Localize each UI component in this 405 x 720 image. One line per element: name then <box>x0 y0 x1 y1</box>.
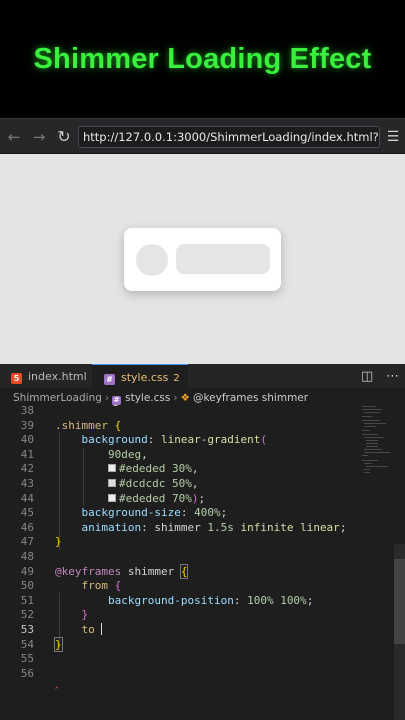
line-number: 39 <box>20 418 34 432</box>
code-text: } <box>81 608 89 622</box>
line-number: 53 <box>20 622 34 636</box>
line-number: 47 <box>20 535 34 549</box>
line-number: 52 <box>20 608 34 622</box>
skeleton-text-bar <box>176 244 270 274</box>
code-text: background-size: 400%; <box>81 506 228 520</box>
line-number: 40 <box>20 433 34 447</box>
address-bar[interactable]: http://127.0.0.1:3000/ShimmerLoading/ind… <box>78 126 380 148</box>
code-line: 44 #ededed 70%); <box>0 492 356 507</box>
problems-badge: 2 <box>173 373 180 384</box>
code-text: 90deg, <box>107 447 148 461</box>
html-file-icon: 5 <box>11 373 22 384</box>
back-icon[interactable]: ← <box>4 127 24 147</box>
code-editor: 5 index.html # style.css 2 ◫ ⋯ ShimmerLoadi… <box>0 364 405 720</box>
line-number: 55 <box>20 652 34 666</box>
reload-icon[interactable]: ↻ <box>54 127 74 147</box>
scrollbar-thumb[interactable] <box>394 559 405 644</box>
code-line: 52 } <box>0 608 356 623</box>
code-text: #ededed 70%); <box>55 492 205 507</box>
breadcrumb-file[interactable]: style.css <box>125 392 170 404</box>
code-text: from { <box>81 579 122 593</box>
text-cursor <box>101 622 103 635</box>
code-area[interactable]: 38 39 .shimmer { 40 background: linear-gr… <box>0 404 356 681</box>
tab-label: style.css <box>121 371 169 384</box>
code-line: 54} <box>0 636 356 653</box>
browser-viewport <box>0 154 405 364</box>
code-text: animation: shimmer 1.5s infinite linear; <box>81 520 347 534</box>
code-line: 42 #ededed 30%, <box>0 462 356 477</box>
line-number: 44 <box>20 491 34 505</box>
line-number: 49 <box>20 564 34 578</box>
breadcrumb-folder[interactable]: ShimmerLoading <box>13 392 102 404</box>
hamburger-menu-icon[interactable]: ☰ <box>384 127 402 147</box>
code-text: .shimmer { <box>55 418 122 432</box>
error-squiggle: ‸ <box>55 678 59 689</box>
selector-token: .shimmer <box>55 418 108 432</box>
line-number: 38 <box>20 404 34 417</box>
code-line: 45 background-size: 400%; <box>0 506 356 521</box>
code-line: 46 animation: shimmer 1.5s infinite line… <box>0 521 356 536</box>
code-text: to <box>55 622 103 638</box>
code-line: 41 90deg, <box>0 448 356 463</box>
chevron-right-icon: › <box>173 392 178 404</box>
code-text: #ededed 30%, <box>55 462 198 477</box>
css-file-icon: # <box>104 374 115 385</box>
code-line: 47} <box>0 535 356 550</box>
color-swatch[interactable] <box>107 493 116 502</box>
code-text: background-position: 100% 100%; <box>107 593 314 607</box>
color-swatch[interactable] <box>107 464 116 473</box>
code-line: 48 <box>0 550 356 565</box>
code-text: background: linear-gradient( <box>81 433 267 447</box>
split-editor-icon[interactable]: ◫ <box>361 364 373 389</box>
code-line: 50 from { <box>0 579 356 594</box>
code-line: 39 .shimmer { <box>0 419 356 434</box>
minimap[interactable] <box>360 404 394 514</box>
code-line: 40 background: linear-gradient( <box>0 433 356 448</box>
breadcrumb-symbol[interactable]: @keyframes shimmer <box>193 392 308 404</box>
code-line: 38 <box>0 404 356 419</box>
line-number: 51 <box>20 593 34 607</box>
symbol-keyframes-icon: ❖ <box>180 392 190 404</box>
skeleton-avatar <box>136 244 168 276</box>
code-text: @keyframes shimmer { <box>55 563 189 579</box>
line-number: 43 <box>20 476 34 490</box>
tab-label: index.html <box>28 370 87 383</box>
shimmer-card <box>124 228 281 291</box>
browser-toolbar: ← → ↻ http://127.0.0.1:3000/ShimmerLoadi… <box>0 118 405 154</box>
more-actions-icon[interactable]: ⋯ <box>386 364 399 389</box>
color-swatch[interactable] <box>107 478 116 487</box>
line-number: 54 <box>20 637 34 651</box>
forward-icon[interactable]: → <box>29 127 49 147</box>
line-number: 42 <box>20 462 34 476</box>
line-number: 41 <box>20 447 34 461</box>
code-text: #dcdcdc 50%, <box>55 477 198 492</box>
line-number: 46 <box>20 520 34 534</box>
line-number: 56 <box>20 666 34 680</box>
video-title-band: Shimmer Loading Effect <box>0 0 405 118</box>
line-number: 45 <box>20 506 34 520</box>
code-text: } <box>54 636 63 652</box>
line-number: 48 <box>20 549 34 563</box>
editor-tab-bar: 5 index.html # style.css 2 ◫ ⋯ <box>0 364 405 406</box>
chevron-right-icon: › <box>104 392 110 404</box>
code-text: } <box>55 535 62 549</box>
line-number: 50 <box>20 579 34 593</box>
code-line: 49 @keyframes shimmer { <box>0 563 356 580</box>
tab-index-html[interactable]: 5 index.html <box>0 364 92 389</box>
code-line: 51 background-position: 100% 100%; <box>0 594 356 609</box>
code-line: 56 <box>0 667 356 682</box>
video-title: Shimmer Loading Effect <box>33 42 372 75</box>
code-line: 43 #dcdcdc 50%, <box>0 477 356 492</box>
code-line-active: 53 to <box>0 622 356 638</box>
tab-style-css[interactable]: # style.css 2 <box>92 364 188 406</box>
code-line: 55 <box>0 652 356 667</box>
